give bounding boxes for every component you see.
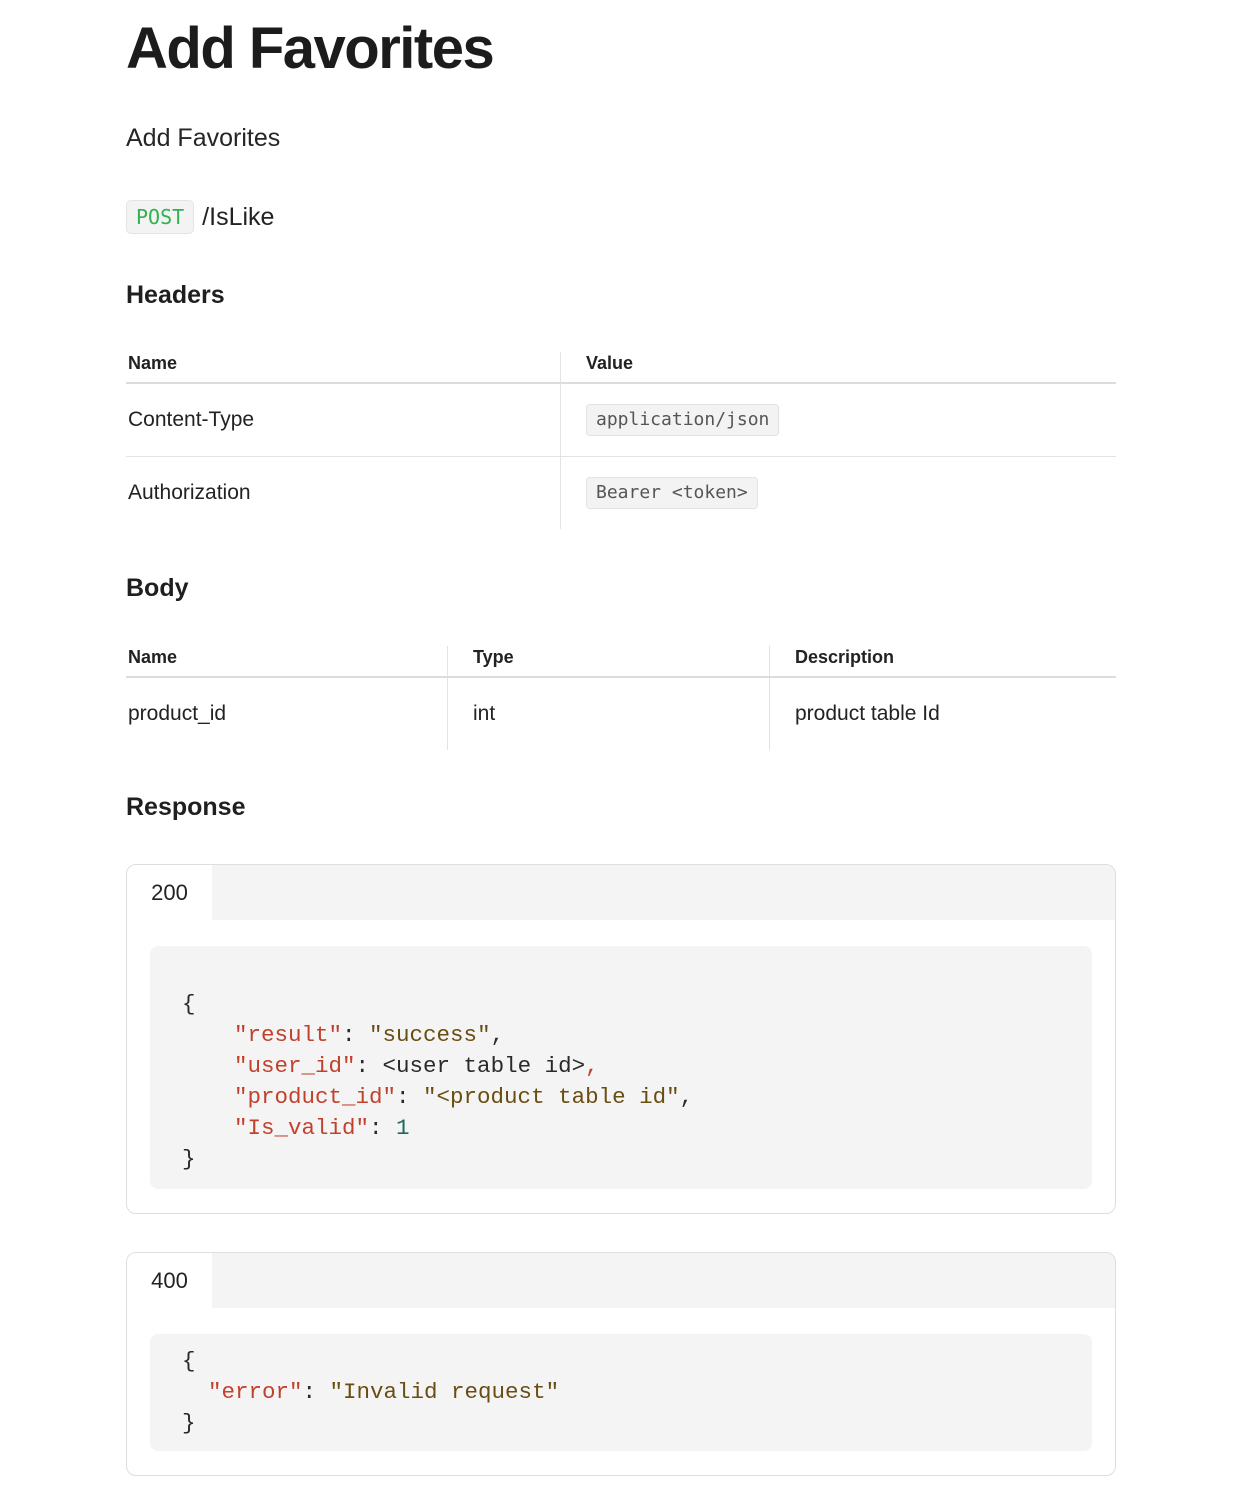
headers-col-value: Value xyxy=(560,352,1116,384)
table-row: Authorization Bearer <token> xyxy=(126,456,1116,529)
header-value-code: application/json xyxy=(586,404,780,436)
header-value-cell: Bearer <token> xyxy=(560,456,1116,529)
body-description-cell: product table Id xyxy=(769,677,1116,750)
table-row: product_id int product table Id xyxy=(126,677,1116,750)
body-name-cell: product_id xyxy=(128,702,227,725)
header-name-cell: Authorization xyxy=(128,481,251,504)
page-title: Add Favorites xyxy=(126,16,495,81)
tab-status-200[interactable]: 200 xyxy=(127,865,212,921)
response-card-400: 400 { "error": "Invalid request" } xyxy=(126,1252,1116,1476)
code-block-400: { "error": "Invalid request" } xyxy=(150,1334,1092,1451)
header-value-cell: application/json xyxy=(560,383,1116,457)
headers-table: Name Value Content-Type application/json… xyxy=(126,352,1116,529)
tab-status-400[interactable]: 400 xyxy=(127,1253,212,1309)
response-heading: Response xyxy=(126,793,246,821)
code-line: "product_id": "<product table id", xyxy=(234,1084,694,1110)
response-tabbar: 200 xyxy=(127,865,1115,921)
code-open-brace: { xyxy=(182,1348,196,1374)
endpoint: POST /IsLike xyxy=(126,200,274,234)
body-type-cell: int xyxy=(447,677,770,750)
page-description: Add Favorites xyxy=(126,124,281,152)
endpoint-path: /IsLike xyxy=(202,202,275,231)
table-row: Content-Type application/json xyxy=(126,383,1116,457)
code-open-brace: { xyxy=(182,991,196,1017)
code-line: "result": "success", xyxy=(234,1022,505,1048)
http-method-badge: POST xyxy=(126,200,195,234)
body-col-type: Type xyxy=(447,646,770,678)
code-block-200: { "result": "success", "user_id": <user … xyxy=(150,946,1092,1189)
code-close-brace: } xyxy=(182,1146,196,1172)
body-table: Name Type Description product_id int pro… xyxy=(126,646,1116,750)
headers-heading: Headers xyxy=(126,281,225,309)
code-close-brace: } xyxy=(182,1410,196,1436)
response-card-200: 200 { "result": "success", "user_id": <u… xyxy=(126,864,1116,1214)
headers-col-name: Name xyxy=(126,352,561,384)
body-col-name: Name xyxy=(126,646,448,678)
body-col-description: Description xyxy=(769,646,1116,678)
body-heading: Body xyxy=(126,574,189,602)
code-line: "user_id": <user table id>, xyxy=(234,1053,599,1079)
code-line: "error": "Invalid request" xyxy=(208,1379,560,1405)
header-name-cell: Content-Type xyxy=(126,383,561,457)
code-line: "Is_valid": 1 xyxy=(234,1115,410,1141)
header-value-code: Bearer <token> xyxy=(586,477,758,509)
response-tabbar: 400 xyxy=(127,1253,1115,1309)
